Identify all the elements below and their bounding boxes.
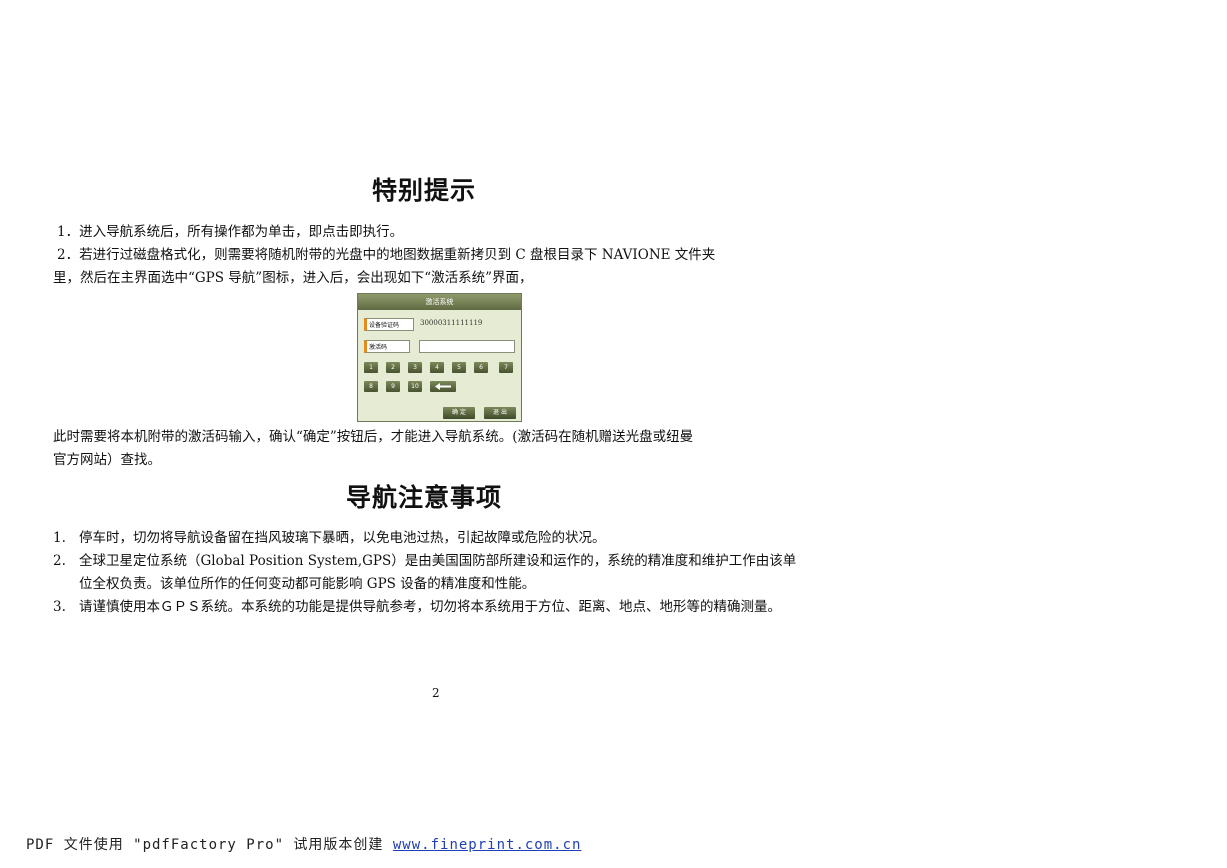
notice-item: 2. 全球卫星定位系统（Global Position System,GPS）是… [53,550,798,596]
tip-item-2-line-1: 2．若进行过磁盘格式化，则需要将随机附带的光盘中的地图数据重新拷贝到 C 盘根目… [57,247,716,263]
notice-text: 停车时，切勿将导航设备留在挡风玻璃下暴晒，以免电池过热，引起故障或危险的状况。 [79,530,606,546]
device-code-value: 30000311111119 [420,319,483,327]
key-9: 9 [386,381,400,392]
dialog-title: 激活系统 [358,294,521,310]
activation-code-label: 激活码 [364,340,410,353]
notice-number: 2. [53,553,66,569]
section-title-special-tips: 特别提示 [371,176,476,205]
notice-text: 请谨慎使用本ＧＰＳ系统。本系统的功能是提供导航参考，切勿将本系统用于方位、距离、… [79,599,781,615]
notice-text: 全球卫星定位系统（Global Position System,GPS）是由美国… [79,553,797,592]
footer-link[interactable]: www.fineprint.com.cn [393,837,582,853]
notice-item: 3. 请谨慎使用本ＧＰＳ系统。本系统的功能是提供导航参考，切勿将本系统用于方位、… [53,596,798,619]
key-4: 4 [430,362,444,373]
notice-item: 1. 停车时，切勿将导航设备留在挡风玻璃下暴晒，以免电池过热，引起故障或危险的状… [53,527,798,550]
key-10: 10 [408,381,422,392]
activation-note-line-1: 此时需要将本机附带的激活码输入，确认“确定”按钮后，才能进入导航系统。(激活码在… [53,429,694,445]
activation-note-line-2: 官方网站）查找。 [53,452,161,468]
page-number: 2 [432,686,440,700]
activation-code-input [419,340,515,353]
key-2: 2 [386,362,400,373]
pdf-footer: PDF 文件使用 "pdfFactory Pro" 试用版本创建 www.fin… [26,834,581,854]
key-1: 1 [364,362,378,373]
activation-dialog-image: 激活系统 设备验证码 30000311111119 激活码 1 2 3 4 5 … [357,293,522,422]
key-8: 8 [364,381,378,392]
exit-button-image: 退 出 [484,407,516,419]
notice-number: 1. [53,530,66,546]
notice-number: 3. [53,599,66,615]
key-5: 5 [452,362,466,373]
backspace-key-icon [430,381,456,392]
device-code-label: 设备验证码 [364,318,414,331]
ok-button-image: 确 定 [443,407,475,419]
key-3: 3 [408,362,422,373]
footer-text: PDF 文件使用 "pdfFactory Pro" 试用版本创建 [26,837,384,853]
key-6: 6 [474,362,488,373]
tip-item-1: 1．进入导航系统后，所有操作都为单击，即点击即执行。 [57,224,404,240]
key-7: 7 [499,362,513,373]
section-title-navigation-notes: 导航注意事项 [345,483,502,512]
tip-item-2-line-2: 里，然后在主界面选中“GPS 导航”图标，进入后，会出现如下“激活系统”界面， [53,270,533,286]
